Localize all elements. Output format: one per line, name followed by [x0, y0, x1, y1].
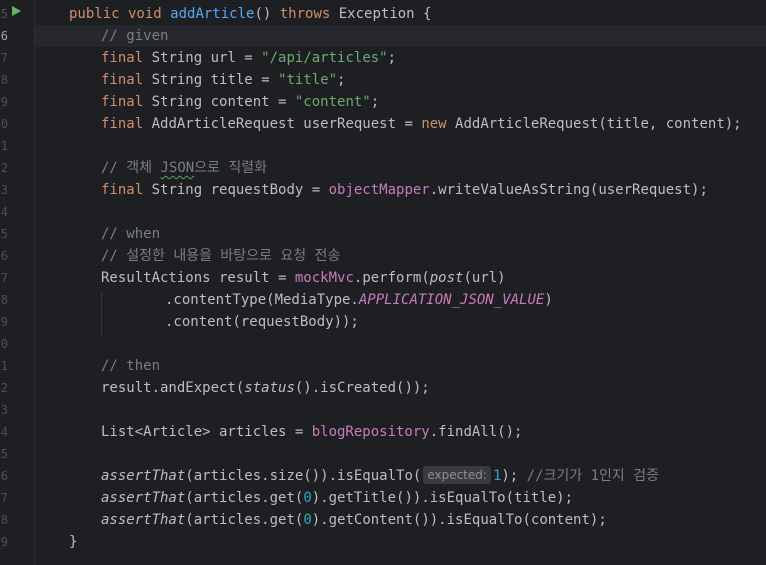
line-number: 1	[0, 139, 8, 153]
line-number: 0	[0, 337, 8, 351]
line-number: 7	[0, 271, 8, 285]
line-number: 5	[0, 7, 8, 21]
line-number: 9	[0, 315, 8, 329]
code-line-4: final String title = "title";	[101, 72, 346, 88]
code-line-18: result.andExpect(status().isCreated());	[101, 380, 430, 396]
line-number: 6	[0, 469, 8, 483]
line-number: 7	[0, 491, 8, 505]
line-number: 9	[0, 535, 8, 549]
code-line-14: .contentType(MediaType.APPLICATION_JSON_…	[165, 292, 553, 308]
parameter-hint: expected:	[423, 466, 491, 484]
code-line-12: // 설정한 내용을 바탕으로 요청 전송	[101, 248, 341, 264]
code-line-8: // 객체 JSON으로 직렬화	[101, 160, 268, 176]
line-number: 0	[0, 117, 8, 131]
code-line-25: }	[69, 534, 78, 550]
line-number: 3	[0, 183, 8, 197]
code-editor[interactable]: 5 6 7 8 9 0 1 2 3 4 5 6 7 8 9 0 1 2 3 4 …	[0, 0, 766, 565]
line-number: 8	[0, 293, 8, 307]
code-line-3: final String url = "/api/articles";	[101, 50, 397, 66]
code-line-5: final String content = "content";	[101, 94, 380, 110]
code-line-15: .content(requestBody));	[165, 314, 359, 330]
code-line-2-current: // given	[35, 25, 766, 47]
line-number: 2	[0, 381, 8, 395]
line-number: 9	[0, 95, 8, 109]
line-number: 8	[0, 73, 8, 87]
code-line-9: final String requestBody = objectMapper.…	[101, 182, 708, 198]
line-number: 4	[0, 205, 8, 219]
code-line-6: final AddArticleRequest userRequest = ne…	[101, 116, 742, 132]
code-line-22: assertThat(articles.size()).isEqualTo(ex…	[101, 466, 659, 484]
line-number: 7	[0, 51, 8, 65]
code-line-1: public void addArticle() throws Exceptio…	[69, 6, 432, 22]
line-number: 3	[0, 403, 8, 417]
line-number: 2	[0, 161, 8, 175]
code-line-20: List<Article> articles = blogRepository.…	[101, 424, 523, 440]
code-area[interactable]: public void addArticle() throws Exceptio…	[35, 0, 766, 565]
line-number-gutter[interactable]: 5 6 7 8 9 0 1 2 3 4 5 6 7 8 9 0 1 2 3 4 …	[0, 0, 35, 565]
line-number: 4	[0, 425, 8, 439]
line-number: 8	[0, 513, 8, 527]
line-number: 6	[0, 249, 8, 263]
line-number: 5	[0, 227, 8, 241]
code-line-24: assertThat(articles.get(0).getContent())…	[101, 512, 607, 528]
code-line-13: ResultActions result = mockMvc.perform(p…	[101, 270, 506, 286]
code-line-17: // then	[101, 358, 161, 374]
code-line-11: // when	[101, 226, 161, 242]
line-number: 5	[0, 447, 8, 461]
spelling-squiggle: JSON	[160, 160, 195, 176]
line-number: 1	[0, 359, 8, 373]
code-line-23: assertThat(articles.get(0).getTitle()).i…	[101, 490, 574, 506]
line-number-active: 6	[0, 29, 8, 43]
run-test-icon[interactable]	[12, 6, 21, 16]
